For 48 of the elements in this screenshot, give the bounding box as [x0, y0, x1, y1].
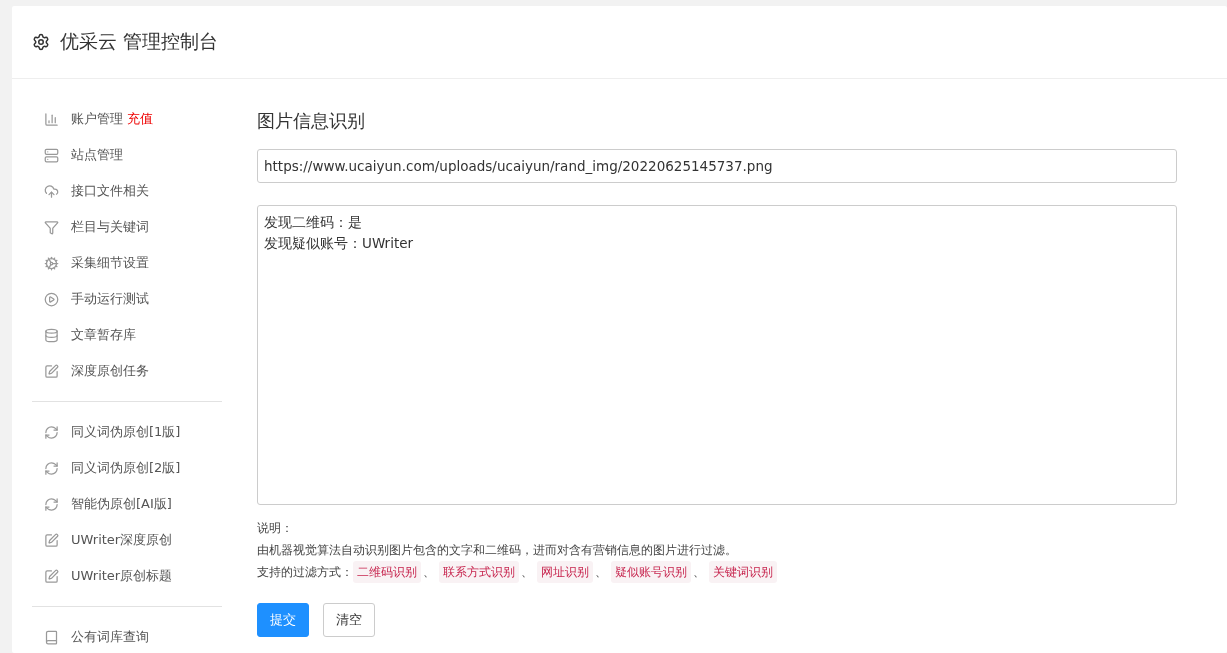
cloud-upload-icon — [44, 183, 59, 199]
sidebar-item[interactable]: UWriter深度原创 — [71, 531, 173, 549]
sidebar-item[interactable]: 接口文件相关 — [71, 182, 149, 200]
separator: 、 — [423, 564, 435, 581]
edit-icon — [44, 532, 59, 548]
filter-tag: 二维码识别 — [353, 561, 421, 583]
clear-button[interactable]: 清空 — [323, 603, 375, 637]
play-icon — [44, 291, 59, 307]
sidebar-item[interactable]: 账户管理 — [71, 110, 123, 128]
bar-chart-icon — [44, 111, 59, 127]
separator: 、 — [595, 564, 607, 581]
url-field[interactable]: https://www.ucaiyun.com/uploads/ucaiyun/rand_img/20220625145737.png — [257, 149, 1177, 183]
database-icon — [44, 327, 59, 343]
filter-tag: 关键词识别 — [709, 561, 777, 583]
sidebar-item[interactable]: 文章暂存库 — [71, 326, 136, 344]
filters-label: 支持的过滤方式： — [257, 564, 353, 581]
filter-tag: 网址识别 — [537, 561, 593, 583]
result-field[interactable]: 发现二维码：是 发现疑似账号：UWriter — [257, 205, 1177, 505]
page-title: 图片信息识别 — [257, 109, 366, 133]
sidebar-item[interactable]: 智能伪原创[AI版] — [71, 495, 172, 513]
sidebar-item[interactable]: 采集细节设置 — [71, 254, 149, 272]
note-label: 说明： — [257, 520, 293, 537]
console-title: 优采云 管理控制台 — [60, 29, 219, 54]
book-icon — [44, 629, 59, 645]
result-line: 发现疑似账号：UWriter — [264, 234, 414, 253]
sidebar-item[interactable]: 手动运行测试 — [71, 290, 149, 308]
recharge-link[interactable]: 充值 — [127, 110, 153, 128]
filter-tag: 联系方式识别 — [439, 561, 519, 583]
sidebar-item[interactable]: 同义词伪原创[2版] — [71, 459, 181, 477]
server-icon — [44, 147, 59, 163]
sidebar-item[interactable]: 同义词伪原创[1版] — [71, 423, 181, 441]
edit-icon — [44, 363, 59, 379]
separator: 、 — [693, 564, 705, 581]
refresh-icon — [44, 496, 59, 512]
sidebar-item[interactable]: 栏目与关键词 — [71, 218, 149, 236]
sidebar-item[interactable]: UWriter原创标题 — [71, 567, 173, 585]
note-text: 由机器视觉算法自动识别图片包含的文字和二维码，进而对含有营销信息的图片进行过滤。 — [257, 542, 737, 559]
sidebar-item[interactable]: 深度原创任务 — [71, 362, 149, 380]
refresh-icon — [44, 424, 59, 440]
settings-icon — [32, 33, 50, 51]
filter-tag: 疑似账号识别 — [611, 561, 691, 583]
sidebar-item[interactable]: 公有词库查询 — [71, 628, 149, 646]
result-line: 发现二维码：是 — [264, 213, 362, 232]
sidebar-item[interactable]: 站点管理 — [71, 146, 123, 164]
separator: 、 — [521, 564, 533, 581]
filter-icon — [44, 219, 59, 235]
refresh-icon — [44, 460, 59, 476]
edit-icon — [44, 568, 59, 584]
